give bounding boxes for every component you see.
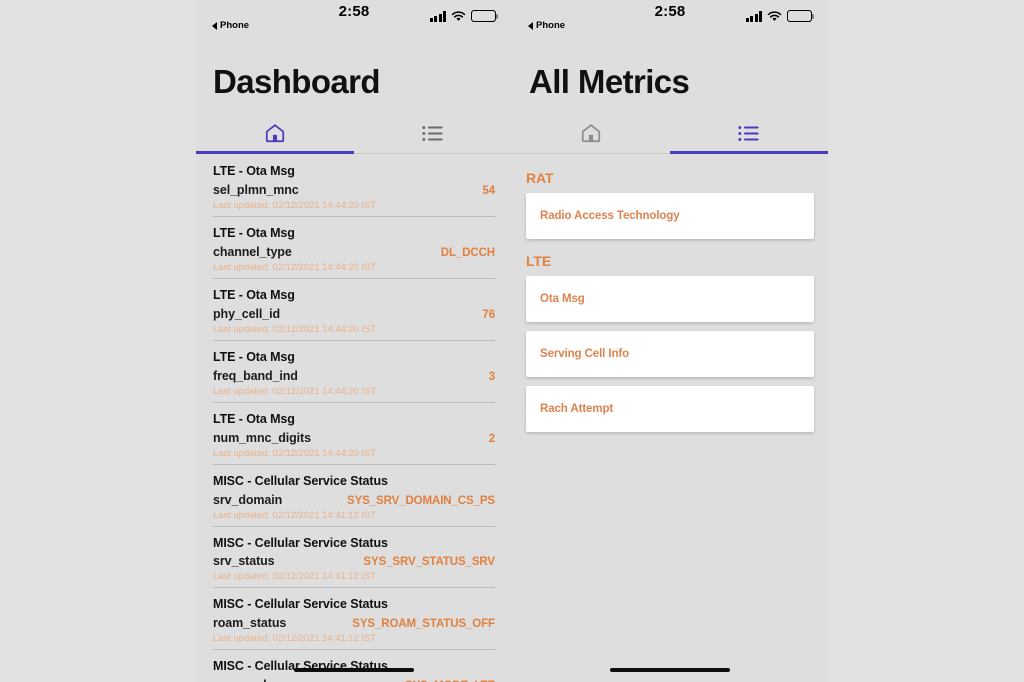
cellular-signal-icon xyxy=(745,11,762,22)
list-icon xyxy=(738,125,760,142)
tabbar-left xyxy=(196,112,512,155)
metric-value: DL_DCCH xyxy=(440,247,495,260)
metric-key: roam_status xyxy=(213,616,287,631)
metric-category: MISC - Cellular Service Status xyxy=(213,659,388,674)
battery-icon xyxy=(787,10,814,22)
tab-inactive-indicator xyxy=(512,151,670,154)
status-back-label: Phone xyxy=(220,20,250,31)
list-icon xyxy=(422,125,444,142)
tab-active-indicator xyxy=(670,151,828,155)
metric-key: phy_cell_id xyxy=(213,306,280,321)
phone-left-dashboard: 2:58 Phone Dashboard LTE - Ota Msg sel_p… xyxy=(196,0,512,682)
table-row[interactable]: LTE - Ota Msg sel_plmn_mnc 54 Last updat… xyxy=(196,154,512,216)
home-indicator xyxy=(196,668,512,672)
home-indicator xyxy=(512,668,828,672)
card-label: Rach Attempt xyxy=(540,403,614,416)
metric-timestamp: Last updated: 02/12/2021 14:41:12 IST xyxy=(213,571,376,583)
metric-category: LTE - Ota Msg xyxy=(213,288,295,303)
status-back-to-phone[interactable]: Phone xyxy=(528,20,565,31)
metric-groups: RAT Radio Access Technology LTE Ota Msg … xyxy=(512,154,828,433)
metric-timestamp: Last updated: 02/12/2021 14:41:12 IST xyxy=(213,633,376,645)
metric-group-rat: RAT Radio Access Technology xyxy=(512,170,828,240)
phone-right-all-metrics: 2:58 Phone All Metrics RAT Radio Access … xyxy=(512,0,828,682)
tab-dashboard[interactable] xyxy=(512,112,670,154)
home-icon xyxy=(264,122,286,144)
tab-all-metrics[interactable] xyxy=(670,112,828,155)
table-row[interactable]: LTE - Ota Msg channel_type DL_DCCH Last … xyxy=(196,216,512,278)
table-row[interactable]: MISC - Cellular Service Status srv_statu… xyxy=(196,525,512,588)
metric-value: 2 xyxy=(488,432,495,445)
metric-timestamp: Last updated: 02/12/2021 14:44:20 IST xyxy=(213,200,376,212)
metric-value: SYS_SRV_DOMAIN_CS_PS xyxy=(347,494,495,507)
card-label: Serving Cell Info xyxy=(540,348,630,361)
cellular-signal-icon xyxy=(429,11,446,22)
metric-key: num_mnc_digits xyxy=(213,430,311,445)
home-indicator-bar xyxy=(610,668,730,672)
metric-timestamp: Last updated: 02/12/2021 14:41:12 IST xyxy=(213,509,376,521)
group-title: LTE xyxy=(526,253,552,270)
group-title: RAT xyxy=(526,170,554,187)
status-bar-right: 2:58 Phone xyxy=(512,0,828,36)
metric-timestamp: Last updated: 02/12/2021 14:44:20 IST xyxy=(213,262,376,274)
metric-group-lte: LTE Ota Msg Serving Cell Info Rach Attem… xyxy=(512,253,828,433)
metric-key: channel_type xyxy=(213,245,292,260)
status-back-to-phone[interactable]: Phone xyxy=(212,20,249,31)
tabbar-right xyxy=(512,112,828,155)
list-item[interactable]: Radio Access Technology xyxy=(526,193,814,240)
table-row[interactable]: LTE - Ota Msg freq_band_ind 3 Last updat… xyxy=(196,339,512,402)
screen: 2:58 Phone Dashboard LTE - Ota Msg sel_p… xyxy=(0,0,1024,682)
status-indicators xyxy=(429,8,498,22)
home-indicator-bar xyxy=(294,668,414,672)
table-row[interactable]: MISC - Cellular Service Status sys_mode … xyxy=(196,649,512,682)
metric-category: MISC - Cellular Service Status xyxy=(213,535,388,550)
metric-key: sel_plmn_mnc xyxy=(213,183,299,198)
table-row[interactable]: MISC - Cellular Service Status srv_domai… xyxy=(196,463,512,526)
metric-category: LTE - Ota Msg xyxy=(213,226,295,241)
metric-value: 3 xyxy=(488,370,495,383)
status-back-label: Phone xyxy=(536,20,566,31)
battery-icon xyxy=(471,10,498,22)
metric-category: LTE - Ota Msg xyxy=(213,164,295,179)
tab-all-metrics[interactable] xyxy=(354,112,512,154)
metric-category: MISC - Cellular Service Status xyxy=(213,597,388,612)
metric-key: srv_status xyxy=(213,554,275,569)
table-row[interactable]: LTE - Ota Msg phy_cell_id 76 Last update… xyxy=(196,278,512,340)
metric-timestamp: Last updated: 02/12/2021 14:44:20 IST xyxy=(213,323,376,335)
status-bar-left: 2:58 Phone xyxy=(196,0,512,36)
back-triangle-icon xyxy=(528,21,533,30)
metric-list[interactable]: LTE - Ota Msg sel_plmn_mnc 54 Last updat… xyxy=(196,154,512,682)
metric-key: srv_domain xyxy=(213,492,283,507)
home-icon xyxy=(580,122,602,144)
page-title: All Metrics xyxy=(529,63,690,100)
list-item[interactable]: Ota Msg xyxy=(526,276,814,323)
tab-dashboard[interactable] xyxy=(196,112,354,155)
metric-value: 76 xyxy=(482,308,495,321)
metric-key: freq_band_ind xyxy=(213,368,298,383)
metric-timestamp: Last updated: 02/12/2021 14:44:20 IST xyxy=(213,385,376,397)
metric-category: LTE - Ota Msg xyxy=(213,349,295,364)
list-item[interactable]: Serving Cell Info xyxy=(526,331,814,378)
metric-value: 54 xyxy=(482,185,495,198)
metric-value: SYS_SRV_STATUS_SRV xyxy=(363,556,495,569)
metric-key: sys_mode xyxy=(213,678,273,682)
metric-category: MISC - Cellular Service Status xyxy=(213,473,388,488)
wifi-icon xyxy=(767,11,782,22)
table-row[interactable]: LTE - Ota Msg num_mnc_digits 2 Last upda… xyxy=(196,401,512,464)
metric-timestamp: Last updated: 02/12/2021 14:44:20 IST xyxy=(213,447,376,459)
table-row[interactable]: MISC - Cellular Service Status roam_stat… xyxy=(196,587,512,649)
page-title: Dashboard xyxy=(213,63,381,100)
card-label: Radio Access Technology xyxy=(540,210,680,223)
metric-category: LTE - Ota Msg xyxy=(213,411,295,426)
status-indicators xyxy=(745,8,814,22)
wifi-icon xyxy=(451,11,466,22)
metric-value: SYS_ROAM_STATUS_OFF xyxy=(352,618,495,631)
back-triangle-icon xyxy=(212,21,217,30)
list-item[interactable]: Rach Attempt xyxy=(526,386,814,433)
card-label: Ota Msg xyxy=(540,293,585,306)
